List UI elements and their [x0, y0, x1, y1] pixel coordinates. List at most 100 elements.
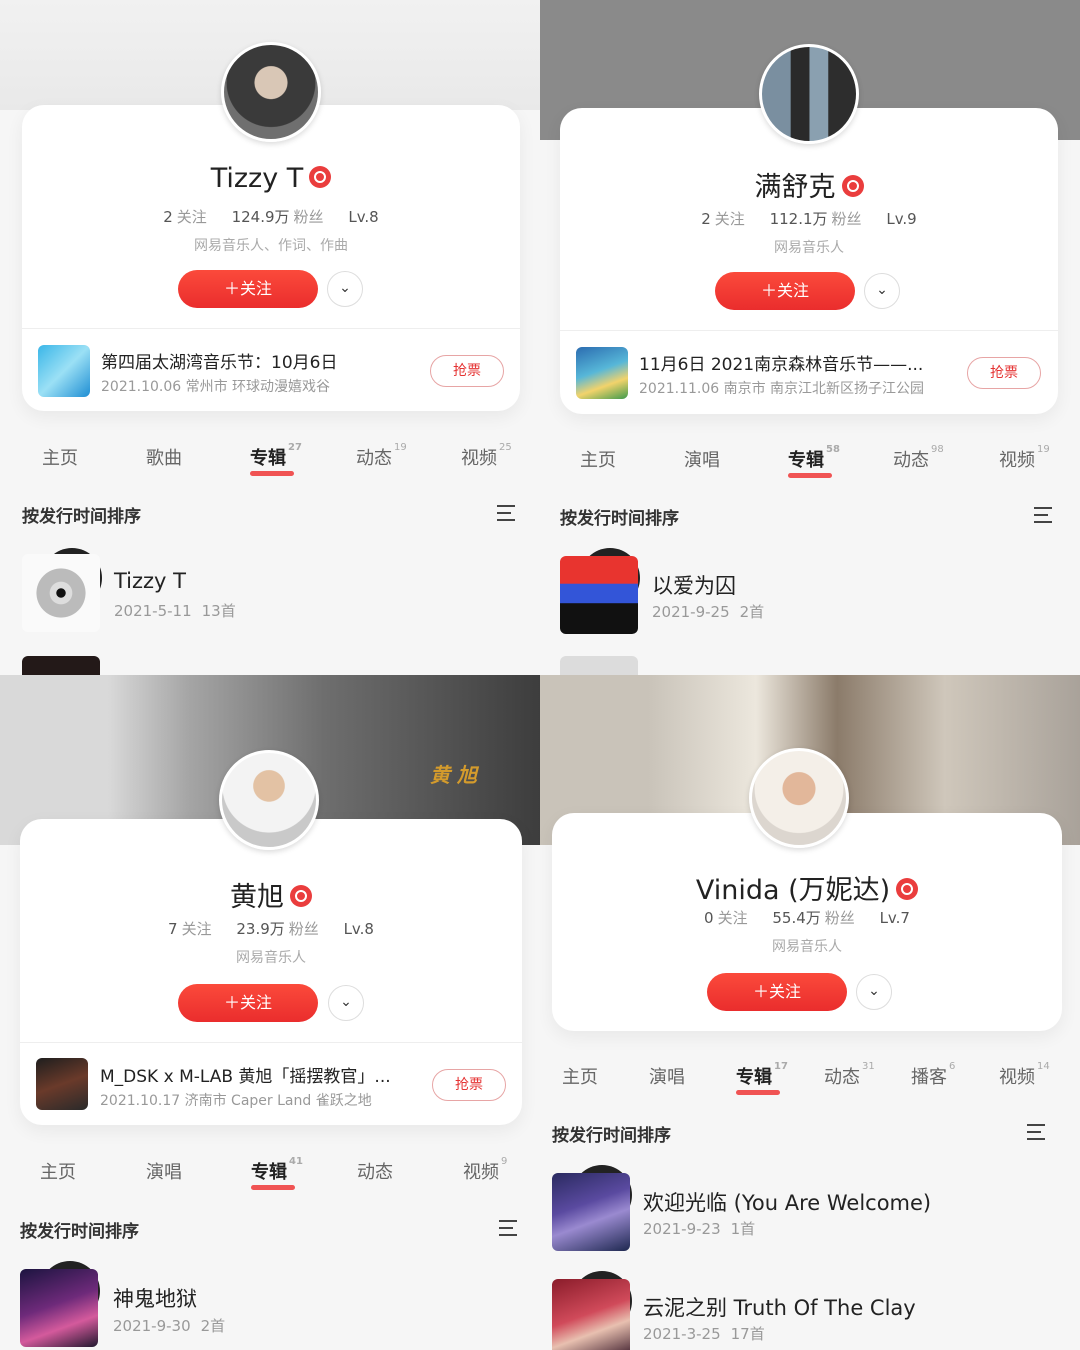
album-cover[interactable]: [560, 556, 638, 634]
tab-performances[interactable]: 演唱: [649, 1063, 685, 1089]
event-title[interactable]: M_DSK x M-LAB 黄旭「摇摆教官」...: [100, 1062, 416, 1087]
tab-performances[interactable]: 演唱: [146, 1158, 182, 1184]
event-title[interactable]: 11月6日 2021南京森林音乐节——...: [639, 350, 951, 375]
artist-avatar[interactable]: [759, 44, 859, 144]
album-cover[interactable]: [22, 554, 100, 632]
chevron-down-icon[interactable]: ⌄: [856, 974, 892, 1010]
tab-songs[interactable]: 歌曲: [146, 444, 182, 470]
tab-moments[interactable]: 动态: [357, 1158, 393, 1184]
level-badge: Lv.9: [886, 210, 917, 228]
artist-name: Tizzy T: [210, 163, 304, 194]
sort-by-release-label: 按发行时间排序: [552, 1126, 671, 1146]
album-title[interactable]: 以爱为囚: [652, 570, 736, 600]
fans-count[interactable]: 23.9万 粉丝: [236, 920, 318, 938]
event-title[interactable]: 第四届太湖湾音乐节：10月6日: [101, 348, 411, 373]
artist-name: 满舒克: [754, 172, 836, 203]
profile-tab-bar: 主页 演唱 专辑58 动态98 视频19: [540, 444, 1080, 478]
event-poster-thumbnail[interactable]: [36, 1058, 88, 1110]
next-album-cover-partial: [560, 656, 638, 675]
tab-albums[interactable]: 专辑58: [788, 444, 840, 478]
level-badge: Lv.8: [348, 208, 379, 226]
artist-description: 网易音乐人: [774, 240, 844, 256]
event-poster-thumbnail[interactable]: [38, 345, 90, 397]
follow-button[interactable]: ＋关注: [178, 270, 318, 308]
tab-videos[interactable]: 视频14: [999, 1061, 1050, 1089]
tab-videos[interactable]: 视频9: [463, 1156, 507, 1184]
album-cover[interactable]: [552, 1279, 630, 1350]
album-title[interactable]: Tizzy T: [114, 569, 186, 593]
event-subtitle: 2021.11.06 南京市 南京江北新区扬子江公园: [639, 381, 925, 397]
artist-stats: 0 关注 55.4万 粉丝 Lv.7: [552, 907, 1062, 928]
following-count[interactable]: 2 关注: [163, 208, 207, 226]
album-item[interactable]: 神鬼地狱 2021-9-30 2首: [20, 1261, 520, 1347]
following-count[interactable]: 7 关注: [168, 920, 212, 938]
ticket-button[interactable]: 抢票: [967, 357, 1041, 389]
album-title[interactable]: 神鬼地狱: [113, 1283, 197, 1313]
tab-albums[interactable]: 专辑27: [250, 442, 302, 476]
tab-albums[interactable]: 专辑41: [251, 1156, 303, 1190]
tab-moments[interactable]: 动态98: [893, 444, 944, 472]
follow-button[interactable]: ＋关注: [707, 973, 847, 1011]
artist-name: Vinida (万妮达): [695, 875, 891, 906]
sort-by-release-label: 按发行时间排序: [20, 1222, 139, 1242]
sort-toggle-icon[interactable]: [499, 1219, 521, 1237]
artist-name-row: Vinida (万妮达): [552, 868, 1062, 907]
chevron-down-icon[interactable]: ⌄: [327, 271, 363, 307]
event-poster-thumbnail[interactable]: [576, 347, 628, 399]
level-badge: Lv.8: [343, 920, 374, 938]
verified-musician-badge-icon: [841, 174, 864, 197]
artist-stats: 2 关注 112.1万 粉丝 Lv.9: [560, 208, 1058, 229]
artist-profile-panel-huang-xu: 黄 旭 黄旭 7 关注 23.9万 粉丝 Lv.8 网易音乐人 ＋关注 ⌄ M_DS…: [0, 675, 540, 1350]
album-title[interactable]: 云泥之别 Truth Of The Clay: [643, 1292, 916, 1322]
album-cover[interactable]: [552, 1173, 630, 1251]
tab-home[interactable]: 主页: [580, 446, 616, 472]
artist-profile-panel-man-shuke: 满舒克 2 关注 112.1万 粉丝 Lv.9 网易音乐人 ＋关注 ⌄ 11月6日 …: [540, 0, 1080, 675]
fans-count[interactable]: 112.1万 粉丝: [770, 210, 862, 228]
fans-count[interactable]: 124.9万 粉丝: [232, 208, 324, 226]
album-item[interactable]: 以爱为囚 2021-9-25 2首: [560, 548, 1060, 634]
tab-home[interactable]: 主页: [40, 1158, 76, 1184]
album-item[interactable]: 云泥之别 Truth Of The Clay 2021-3-25 17首: [552, 1271, 1062, 1350]
tab-moments[interactable]: 动态19: [356, 442, 407, 470]
album-item[interactable]: 欢迎光临 (You Are Welcome) 2021-9-23 1首: [552, 1165, 1062, 1251]
artist-avatar[interactable]: [749, 748, 849, 848]
sort-toggle-icon[interactable]: [1034, 506, 1056, 524]
artist-avatar[interactable]: [219, 750, 319, 850]
album-cover[interactable]: [20, 1269, 98, 1347]
follow-button[interactable]: ＋关注: [715, 272, 855, 310]
fans-count[interactable]: 55.4万 粉丝: [772, 909, 854, 927]
profile-tab-bar: 主页 演唱 专辑17 动态31 播客6 视频14: [540, 1061, 1080, 1095]
artist-stats: 7 关注 23.9万 粉丝 Lv.8: [20, 918, 522, 939]
sort-by-release-label: 按发行时间排序: [22, 507, 141, 527]
level-badge: Lv.7: [879, 909, 910, 927]
tab-home[interactable]: 主页: [42, 444, 78, 470]
tab-home[interactable]: 主页: [562, 1063, 598, 1089]
album-item[interactable]: Tizzy T 2021-5-11 13首: [22, 548, 522, 634]
album-meta: 2021-3-25 17首: [643, 1325, 765, 1343]
ticket-button[interactable]: 抢票: [430, 355, 504, 387]
verified-musician-badge-icon: [290, 884, 312, 907]
tab-moments[interactable]: 动态31: [824, 1061, 875, 1089]
verified-musician-badge-icon: [896, 877, 919, 900]
chevron-down-icon[interactable]: ⌄: [864, 273, 900, 309]
tab-performances[interactable]: 演唱: [684, 446, 720, 472]
chevron-down-icon[interactable]: ⌄: [328, 985, 364, 1021]
album-title[interactable]: 欢迎光临 (You Are Welcome): [643, 1187, 931, 1217]
tab-videos[interactable]: 视频19: [999, 444, 1050, 472]
follow-button[interactable]: ＋关注: [178, 984, 318, 1022]
artist-name: 黄旭: [230, 882, 284, 913]
tab-videos[interactable]: 视频25: [461, 442, 512, 470]
sort-toggle-icon[interactable]: [1027, 1123, 1049, 1141]
sort-by-release-label: 按发行时间排序: [560, 509, 679, 529]
active-tab-indicator: [788, 473, 832, 478]
following-count[interactable]: 2 关注: [701, 210, 745, 228]
artist-avatar[interactable]: [221, 42, 321, 142]
card-divider: [560, 330, 1058, 331]
sort-toggle-icon[interactable]: [497, 504, 519, 522]
ticket-button[interactable]: 抢票: [432, 1069, 506, 1101]
tab-podcasts[interactable]: 播客6: [911, 1061, 955, 1089]
following-count[interactable]: 0 关注: [704, 909, 748, 927]
active-tab-indicator: [736, 1090, 780, 1095]
active-tab-indicator: [250, 471, 294, 476]
tab-albums[interactable]: 专辑17: [736, 1061, 788, 1095]
